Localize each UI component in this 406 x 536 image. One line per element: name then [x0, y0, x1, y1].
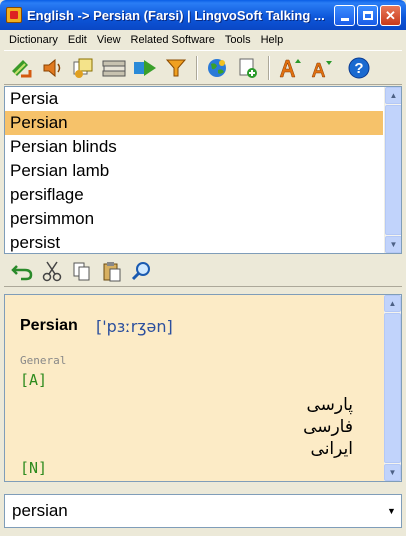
menu-bar: Dictionary Edit View Related Software To…	[4, 31, 402, 49]
add-word-icon[interactable]	[235, 55, 261, 81]
increase-font-icon[interactable]	[276, 55, 302, 81]
menu-edit[interactable]: Edit	[63, 34, 92, 46]
main-toolbar: ?	[4, 50, 402, 85]
chevron-up-icon: ▲	[389, 91, 398, 100]
part-of-speech-tag: [A]	[20, 371, 48, 389]
translation-scrollbar[interactable]: ▲ ▼	[384, 295, 401, 481]
maximize-icon	[362, 11, 373, 20]
section-label: General	[20, 354, 67, 367]
title-bar: English -> Persian (Farsi) | LingvoSoft …	[0, 0, 406, 30]
chevron-down-icon: ▼	[388, 468, 397, 477]
dropdown-button[interactable]: ▼	[383, 502, 400, 520]
minimize-icon	[340, 18, 349, 21]
toolbar-separator	[268, 55, 270, 80]
menu-tools[interactable]: Tools	[220, 34, 256, 46]
list-item[interactable]: persimmon	[5, 207, 383, 231]
svg-text:?: ?	[354, 60, 363, 77]
flashcards-icon[interactable]	[70, 55, 96, 81]
list-item-selected[interactable]: Persian	[5, 111, 383, 135]
menu-view[interactable]: View	[92, 34, 126, 46]
swap-direction-icon[interactable]	[8, 55, 34, 81]
play-arrow-icon[interactable]	[132, 55, 158, 81]
scroll-thumb[interactable]	[385, 105, 401, 235]
chevron-down-icon: ▼	[389, 240, 398, 249]
close-button[interactable]: ✕	[380, 5, 401, 26]
list-item[interactable]: Persia	[5, 87, 383, 111]
menu-related-software[interactable]: Related Software	[126, 34, 220, 46]
paste-icon[interactable]	[100, 259, 124, 283]
app-icon[interactable]	[6, 7, 22, 23]
decrease-font-icon[interactable]	[307, 55, 333, 81]
translation-line: فارسی	[303, 417, 353, 437]
minimize-button[interactable]	[334, 5, 355, 26]
list-item[interactable]: Persian blinds	[5, 135, 383, 159]
globe-icon[interactable]	[204, 55, 230, 81]
window-title: English -> Persian (Farsi) | LingvoSoft …	[27, 7, 325, 23]
transcription: ['pɜːrʒən]	[96, 317, 173, 336]
scroll-down-button[interactable]: ▼	[385, 236, 401, 253]
chevron-down-icon: ▼	[387, 506, 396, 516]
toolbar-separator	[196, 55, 198, 80]
translation-line: پارسی	[306, 395, 353, 415]
headword: Persian	[20, 317, 78, 334]
menu-dictionary[interactable]: Dictionary	[4, 34, 63, 46]
search-icon[interactable]	[130, 259, 154, 283]
edit-toolbar	[4, 256, 402, 287]
chevron-up-icon: ▲	[388, 299, 397, 308]
search-combo: ▼	[4, 494, 402, 528]
filter-icon[interactable]	[163, 55, 189, 81]
scroll-up-button[interactable]: ▲	[385, 87, 401, 104]
word-list[interactable]: Persia Persian Persian blinds Persian la…	[4, 86, 402, 254]
list-item[interactable]: persist	[5, 231, 383, 253]
list-item[interactable]: persiflage	[5, 183, 383, 207]
copy-icon[interactable]	[70, 259, 94, 283]
cut-icon[interactable]	[40, 259, 64, 283]
list-item[interactable]: Persian lamb	[5, 159, 383, 183]
maximize-button[interactable]	[357, 5, 378, 26]
translation-pane: Persian ['pɜːrʒən] General [A] پارسی فار…	[4, 294, 402, 482]
scroll-down-button[interactable]: ▼	[384, 464, 401, 481]
translation-line: ایرانی	[310, 439, 353, 459]
part-of-speech-tag: [N]	[20, 459, 48, 477]
undo-icon[interactable]	[10, 259, 34, 283]
scroll-up-button[interactable]: ▲	[384, 295, 401, 312]
help-icon[interactable]: ?	[346, 55, 372, 81]
dictionary-books-icon[interactable]	[101, 55, 127, 81]
close-icon: ✕	[385, 7, 396, 23]
search-input[interactable]	[5, 495, 383, 527]
scroll-thumb[interactable]	[384, 313, 401, 463]
speaker-icon[interactable]	[39, 55, 65, 81]
menu-help[interactable]: Help	[256, 34, 289, 46]
word-list-scrollbar[interactable]: ▲ ▼	[384, 87, 401, 253]
